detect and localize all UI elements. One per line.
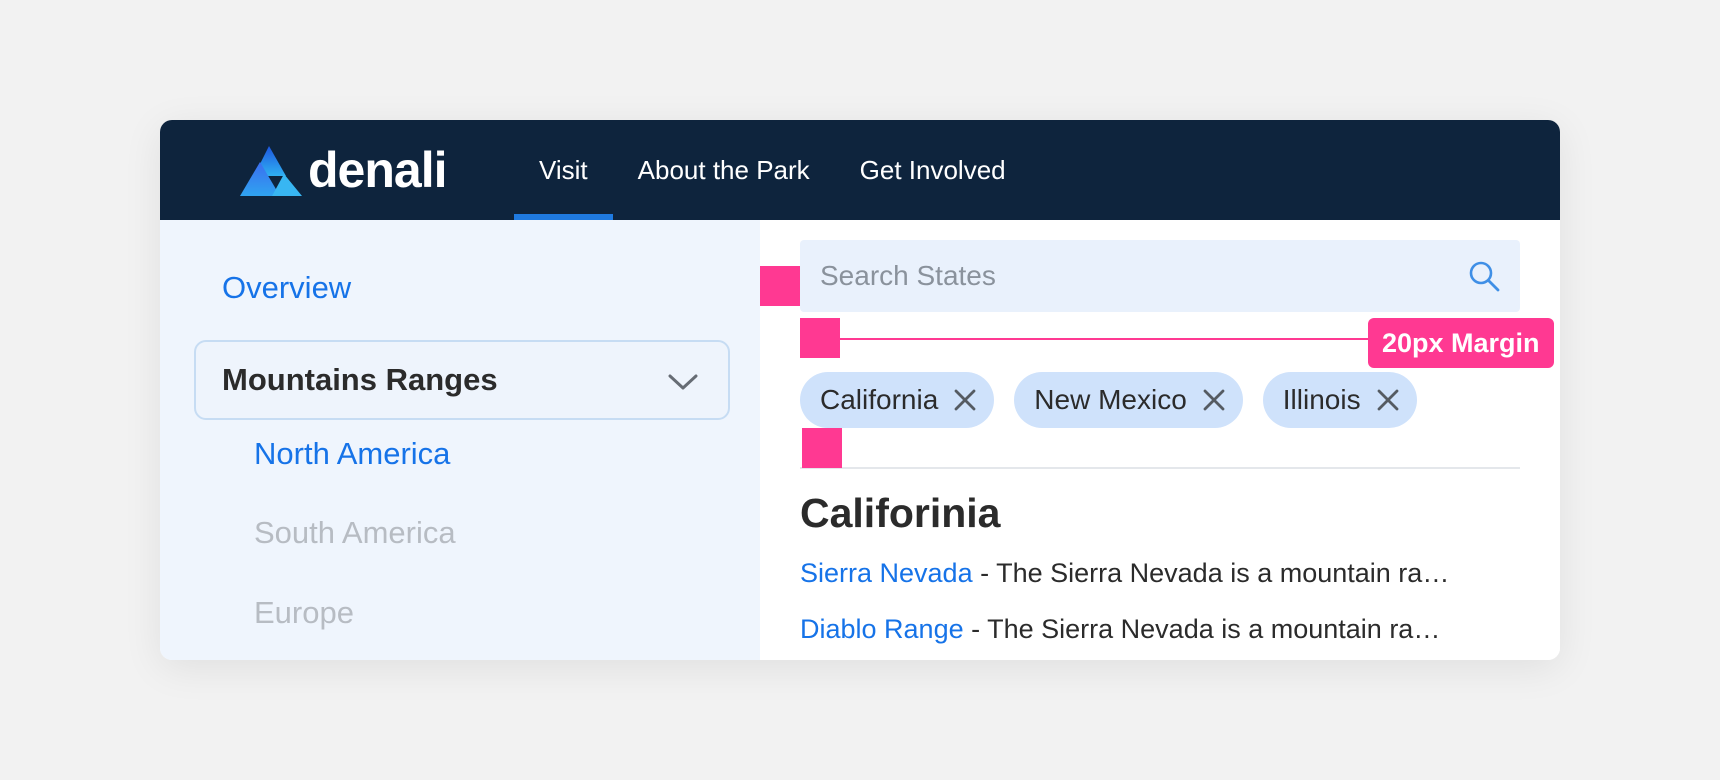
app-window: denali Visit About the Park Get Involved… xyxy=(160,120,1560,660)
result-row: Diablo Range - The Sierra Nevada is a mo… xyxy=(800,614,1520,645)
top-header: denali Visit About the Park Get Involved xyxy=(160,120,1560,220)
selected-state-chips: California New Mexico Illinois xyxy=(800,372,1437,428)
close-icon[interactable] xyxy=(1377,389,1399,411)
state-heading: Califorinia xyxy=(800,490,1001,536)
main-content: California New Mexico Illinois Califorin… xyxy=(760,220,1560,660)
spacing-marker xyxy=(802,428,842,468)
spacing-annotation-line xyxy=(840,338,1370,340)
sidebar-item-north-america[interactable]: North America xyxy=(254,436,450,472)
spacing-marker xyxy=(800,318,840,358)
nav-about-the-park[interactable]: About the Park xyxy=(613,120,835,220)
chip-illinois: Illinois xyxy=(1262,372,1417,428)
search-bar xyxy=(800,240,1520,312)
sidebar-item-south-america[interactable]: South America xyxy=(254,515,456,551)
spacing-marker xyxy=(760,266,800,306)
chip-new-mexico: New Mexico xyxy=(1014,372,1243,428)
main-nav: Visit About the Park Get Involved xyxy=(514,120,1031,220)
brand-name: denali xyxy=(308,142,447,198)
mountain-ranges-dropdown[interactable]: Mountains Ranges xyxy=(194,340,730,420)
nav-get-involved[interactable]: Get Involved xyxy=(835,120,1031,220)
mountain-logo-icon xyxy=(240,146,302,196)
close-icon[interactable] xyxy=(1203,389,1225,411)
brand-logo[interactable]: denali xyxy=(240,142,447,198)
close-icon[interactable] xyxy=(954,389,976,411)
result-link[interactable]: Diablo Range xyxy=(800,614,964,644)
chevron-down-icon xyxy=(668,374,698,390)
result-row: Sierra Nevada - The Sierra Nevada is a m… xyxy=(800,558,1520,589)
margin-annotation-badge: 20px Margin xyxy=(1368,318,1554,368)
search-input[interactable] xyxy=(800,240,1440,312)
nav-visit[interactable]: Visit xyxy=(514,120,613,220)
chip-label: New Mexico xyxy=(1034,384,1187,415)
sidebar: Overview Mountains Ranges North America … xyxy=(160,220,760,660)
sidebar-item-overview[interactable]: Overview xyxy=(222,270,351,306)
chip-label: Illinois xyxy=(1282,384,1361,415)
section-divider xyxy=(800,467,1520,469)
chip-california: California xyxy=(800,372,995,428)
search-icon[interactable] xyxy=(1468,260,1500,292)
sidebar-item-europe[interactable]: Europe xyxy=(254,595,354,631)
result-description: - The Sierra Nevada is a mountain ra… xyxy=(963,614,1441,644)
result-description: - The Sierra Nevada is a mountain ra… xyxy=(972,558,1450,588)
chip-label: California xyxy=(820,384,939,415)
result-link[interactable]: Sierra Nevada xyxy=(800,558,973,588)
dropdown-label: Mountains Ranges xyxy=(222,362,498,397)
